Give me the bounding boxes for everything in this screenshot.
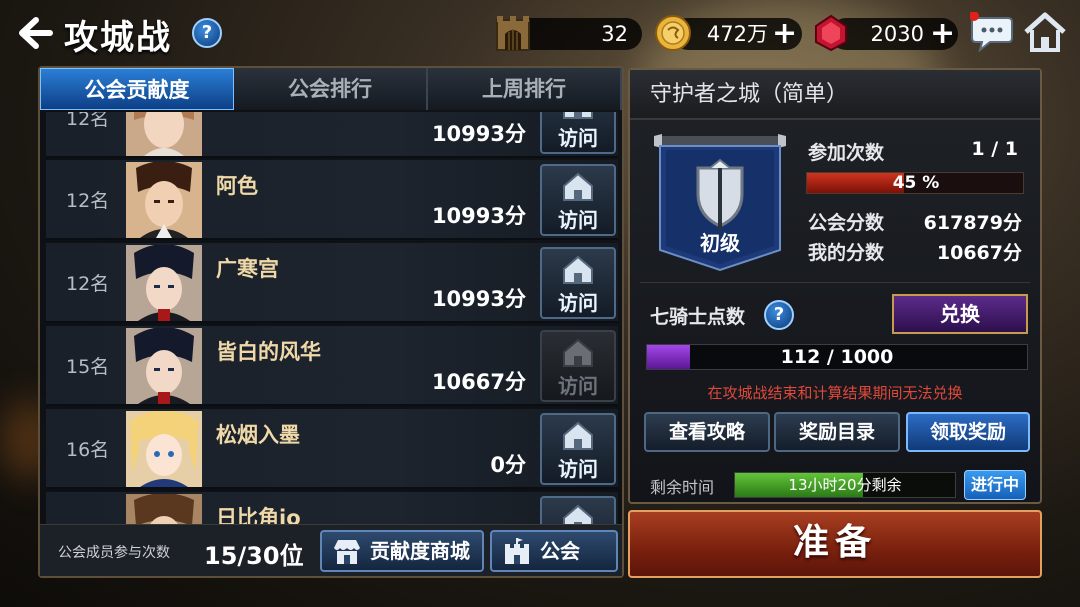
participation-count: 15/30位 [204, 542, 304, 570]
shield-sword-emblem-icon: 初级 [654, 134, 786, 272]
member-score: 10993分 [431, 122, 526, 146]
difficulty-banner: 初级 [652, 134, 788, 272]
view-guide-button[interactable]: 查看攻略 [644, 412, 770, 452]
member-rank: 15名 [66, 356, 110, 378]
tab-guild-contribution[interactable]: 公会贡献度 [40, 68, 234, 110]
my-score: 10667分 [936, 242, 1022, 264]
avatar [126, 112, 202, 156]
guild-castle-icon [505, 538, 529, 564]
participation-footer: 公会成员参与次数 15/30位 贡献度商城 公会 [40, 524, 622, 576]
house-icon [563, 172, 593, 201]
member-rank: 12名 [66, 273, 110, 295]
member-score: 10993分 [431, 287, 526, 311]
member-list[interactable]: 12名 10993分 访问 12名 阿色 10993分 访问 12名 广寒宫 1… [46, 112, 618, 524]
tab-bar: 公会贡献度 公会排行 上周排行 [40, 68, 622, 110]
knight-points-text: 112 / 1000 [780, 346, 894, 368]
visit-label: 访问 [558, 208, 598, 232]
difficulty-label: 初级 [700, 231, 740, 255]
member-name: 松烟入墨 [216, 423, 300, 447]
guild-score: 617879分 [923, 212, 1022, 234]
knight-points-bar: 112 / 1000 [646, 344, 1028, 370]
member-name: 日比角io [216, 506, 301, 524]
remaining-time-label: 剩余时间 [650, 478, 715, 497]
help-icon[interactable]: ? [192, 18, 222, 48]
help-icon[interactable]: ? [764, 300, 794, 330]
add-gold-button[interactable]: + [772, 19, 797, 49]
list-item: 12名 10993分 访问 [46, 112, 618, 158]
house-icon [563, 504, 593, 524]
visit-label: 访问 [558, 457, 598, 481]
avatar [126, 245, 202, 321]
list-item: 日比角io [46, 492, 618, 524]
visit-button[interactable] [540, 496, 616, 524]
shop-button-label: 贡献度商城 [370, 539, 470, 563]
castle-info-panel: 守护者之城（简单） 初级 参加次数 1 / 1 45 % 公会分数 617879… [628, 68, 1042, 504]
guild-score-label: 公会分数 [808, 212, 885, 234]
guild-button-label: 公会 [540, 539, 580, 563]
guild-contribution-panel: 公会贡献度 公会排行 上周排行 12名 10993分 访问 12名 阿色 109… [38, 66, 624, 578]
visit-button[interactable]: 访问 [540, 164, 616, 236]
member-rank: 12名 [66, 112, 110, 130]
claim-rewards-button[interactable]: 领取奖励 [906, 412, 1030, 452]
ruby-gem-icon [815, 14, 847, 52]
member-name: 阿色 [216, 174, 258, 198]
tab-last-week-ranking[interactable]: 上周排行 [428, 68, 622, 110]
visit-button[interactable]: 访问 [540, 413, 616, 485]
page-title: 攻城战 [64, 18, 172, 58]
castle-progress-text: 45 % [892, 173, 940, 193]
avatar [126, 494, 202, 524]
castle-gate-icon [496, 16, 530, 51]
exchange-button[interactable]: 兑换 [892, 294, 1028, 334]
visit-label: 访问 [558, 291, 598, 315]
visit-button-disabled: 访问 [540, 330, 616, 402]
chat-bubble-icon[interactable] [970, 12, 1014, 52]
shop-icon [334, 540, 360, 564]
avatar [126, 328, 202, 404]
visit-label: 访问 [558, 374, 598, 398]
list-item: 12名 阿色 10993分 访问 [46, 160, 618, 240]
back-arrow-icon[interactable] [12, 12, 54, 54]
member-rank: 16名 [66, 439, 110, 461]
participation-label: 公会成员参与次数 [58, 545, 170, 561]
ready-button[interactable]: 准备 [628, 510, 1042, 578]
member-name: 皆白的风华 [216, 340, 321, 364]
home-icon[interactable] [1022, 10, 1068, 54]
my-score-label: 我的分数 [808, 242, 885, 264]
house-icon [563, 255, 593, 284]
exchange-warning: 在攻城战结束和计算结果期间无法兑换 [707, 384, 963, 402]
visit-button[interactable]: 访问 [540, 112, 616, 154]
castle-progress-bar: 45 % [806, 172, 1024, 194]
add-gem-button[interactable]: + [930, 19, 955, 49]
member-score: 10667分 [431, 370, 526, 394]
gold-coin-icon [655, 15, 691, 51]
attempts-value: 1 / 1 [971, 138, 1018, 160]
reward-list-button[interactable]: 奖励目录 [774, 412, 900, 452]
house-icon [563, 421, 593, 450]
avatar [126, 162, 202, 238]
divider [640, 282, 1030, 283]
list-item: 12名 广寒宫 10993分 访问 [46, 243, 618, 323]
attempts-label: 参加次数 [808, 142, 885, 164]
contribution-shop-button[interactable]: 贡献度商城 [320, 530, 484, 572]
member-score: 0分 [490, 453, 526, 477]
avatar [126, 411, 202, 487]
member-score: 10993分 [431, 204, 526, 228]
remaining-time-text: 13小时20分剩余 [788, 476, 902, 494]
status-badge: 进行中 [964, 470, 1026, 500]
guild-button[interactable]: 公会 [490, 530, 618, 572]
knight-points-label: 七骑士点数 [650, 306, 746, 328]
remaining-time-bar: 13小时20分剩余 [734, 472, 956, 498]
castle-title: 守护者之城（简单） [630, 70, 1040, 120]
tab-guild-ranking[interactable]: 公会排行 [234, 68, 428, 110]
member-rank: 12名 [66, 190, 110, 212]
list-item: 16名 松烟入墨 0分 访问 [46, 409, 618, 489]
house-icon [563, 338, 593, 367]
house-icon [563, 112, 593, 119]
list-item: 15名 皆白的风华 10667分 访问 [46, 326, 618, 406]
top-bar: 攻城战 ? 32 472万 + 2030 + [0, 0, 1080, 66]
visit-label: 访问 [558, 126, 598, 150]
member-name: 广寒宫 [216, 257, 279, 281]
visit-button[interactable]: 访问 [540, 247, 616, 319]
